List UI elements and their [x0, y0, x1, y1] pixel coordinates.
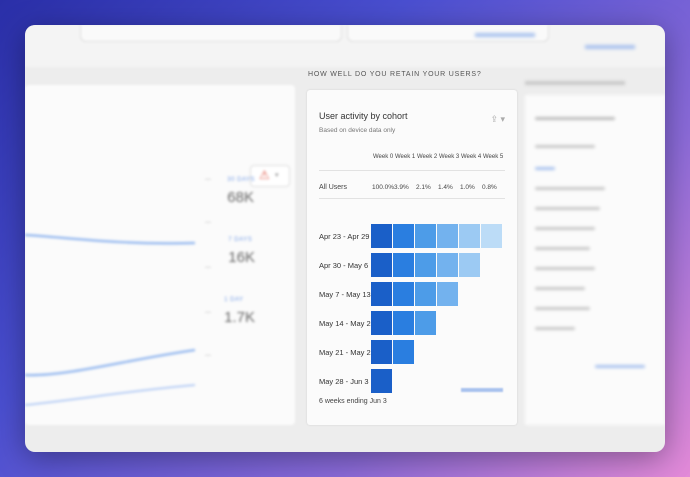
monitor-screen: ⚠ ▾ — — — — — 30 DAYS 68K 7 DAYS 16K 1 D…: [25, 25, 665, 452]
cohort-cell[interactable]: [437, 224, 458, 248]
metric-label: 1 DAY: [224, 297, 244, 303]
right-panel: [525, 95, 665, 425]
cohort-cell[interactable]: [415, 311, 436, 335]
cohort-cell[interactable]: [371, 253, 392, 277]
section-title: HOW WELL DO YOU RETAIN YOUR USERS?: [308, 71, 482, 78]
top-card-left: [80, 25, 342, 42]
all-users-percent: 1.0%: [460, 184, 475, 191]
metric-value: 1.7K: [224, 309, 255, 326]
divider: [319, 198, 505, 199]
cohort-row-label: May 28 - Jun 3: [319, 377, 369, 386]
card-title: User activity by cohort: [319, 111, 408, 121]
cohort-cell[interactable]: [393, 224, 414, 248]
all-users-percent: 2.1%: [416, 184, 431, 191]
overview-panel: ⚠ ▾ — — — — — 30 DAYS 68K 7 DAYS 16K 1 D…: [25, 85, 295, 425]
column-header: Week 0: [373, 154, 394, 160]
all-users-label: All Users: [319, 184, 348, 191]
cohort-row-label: Apr 30 - May 6: [319, 261, 369, 270]
column-header: Week 1: [395, 154, 416, 160]
cohort-row-label: May 14 - May 20: [319, 319, 375, 328]
divider: [319, 170, 505, 171]
cohort-cell[interactable]: [371, 282, 392, 306]
top-link[interactable]: [475, 33, 535, 37]
cohort-cell[interactable]: [393, 253, 414, 277]
column-header: Week 3: [439, 154, 460, 160]
cohort-cell[interactable]: [437, 253, 458, 277]
top-link-right[interactable]: [585, 45, 635, 49]
cohort-cell[interactable]: [415, 224, 436, 248]
cohort-cell[interactable]: [371, 311, 392, 335]
cohort-cell[interactable]: [393, 340, 414, 364]
warning-triangle-icon: ⚠: [259, 168, 270, 182]
share-icon[interactable]: ⇪ ▾: [490, 114, 505, 125]
cohort-row-label: May 21 - May 27: [319, 348, 375, 357]
cohort-cell[interactable]: [459, 224, 480, 248]
cohort-row-label: Apr 23 - Apr 29: [319, 232, 370, 241]
column-header: Week 4: [461, 154, 482, 160]
cohort-cell[interactable]: [393, 282, 414, 306]
cohort-cell[interactable]: [393, 311, 414, 335]
cohort-cell[interactable]: [415, 253, 436, 277]
card-subtitle: Based on device data only: [319, 127, 396, 134]
cohort-card: User activity by cohort Based on device …: [307, 90, 517, 425]
metric-1-day: 1 DAY 1.7K: [224, 297, 255, 326]
top-strip: [25, 25, 665, 67]
view-cohorts-link[interactable]: [461, 388, 503, 392]
cohort-cell[interactable]: [437, 282, 458, 306]
all-users-percent: 0.8%: [482, 184, 497, 191]
all-users-percent: 100.0%: [372, 184, 395, 191]
cohort-row-label: May 7 - May 13: [319, 290, 371, 299]
right-panel-title: [525, 81, 625, 85]
active-users-line-chart: [25, 233, 196, 406]
all-users-percent: 1.4%: [438, 184, 453, 191]
metric-label: 30 DAYS: [227, 177, 255, 183]
cohort-cell[interactable]: [459, 253, 480, 277]
all-users-percent: 3.9%: [394, 184, 409, 191]
metric-30-days: 30 DAYS 68K: [227, 177, 255, 206]
cohort-cell[interactable]: [481, 224, 502, 248]
metric-7-days: 7 DAYS 16K: [228, 237, 255, 266]
cohort-cell[interactable]: [371, 340, 392, 364]
metric-value: 16K: [228, 249, 255, 266]
cohort-cell[interactable]: [415, 282, 436, 306]
cohort-cell[interactable]: [371, 369, 392, 393]
date-range-footer: 6 weeks ending Jun 3: [319, 398, 387, 405]
metric-label: 7 DAYS: [228, 237, 253, 243]
chevron-down-icon: ▾: [275, 172, 279, 179]
column-header: Week 5: [483, 154, 504, 160]
column-header: Week 2: [417, 154, 438, 160]
alert-button[interactable]: ⚠ ▾: [250, 165, 290, 187]
cohort-cell[interactable]: [371, 224, 392, 248]
metric-value: 68K: [227, 189, 254, 206]
